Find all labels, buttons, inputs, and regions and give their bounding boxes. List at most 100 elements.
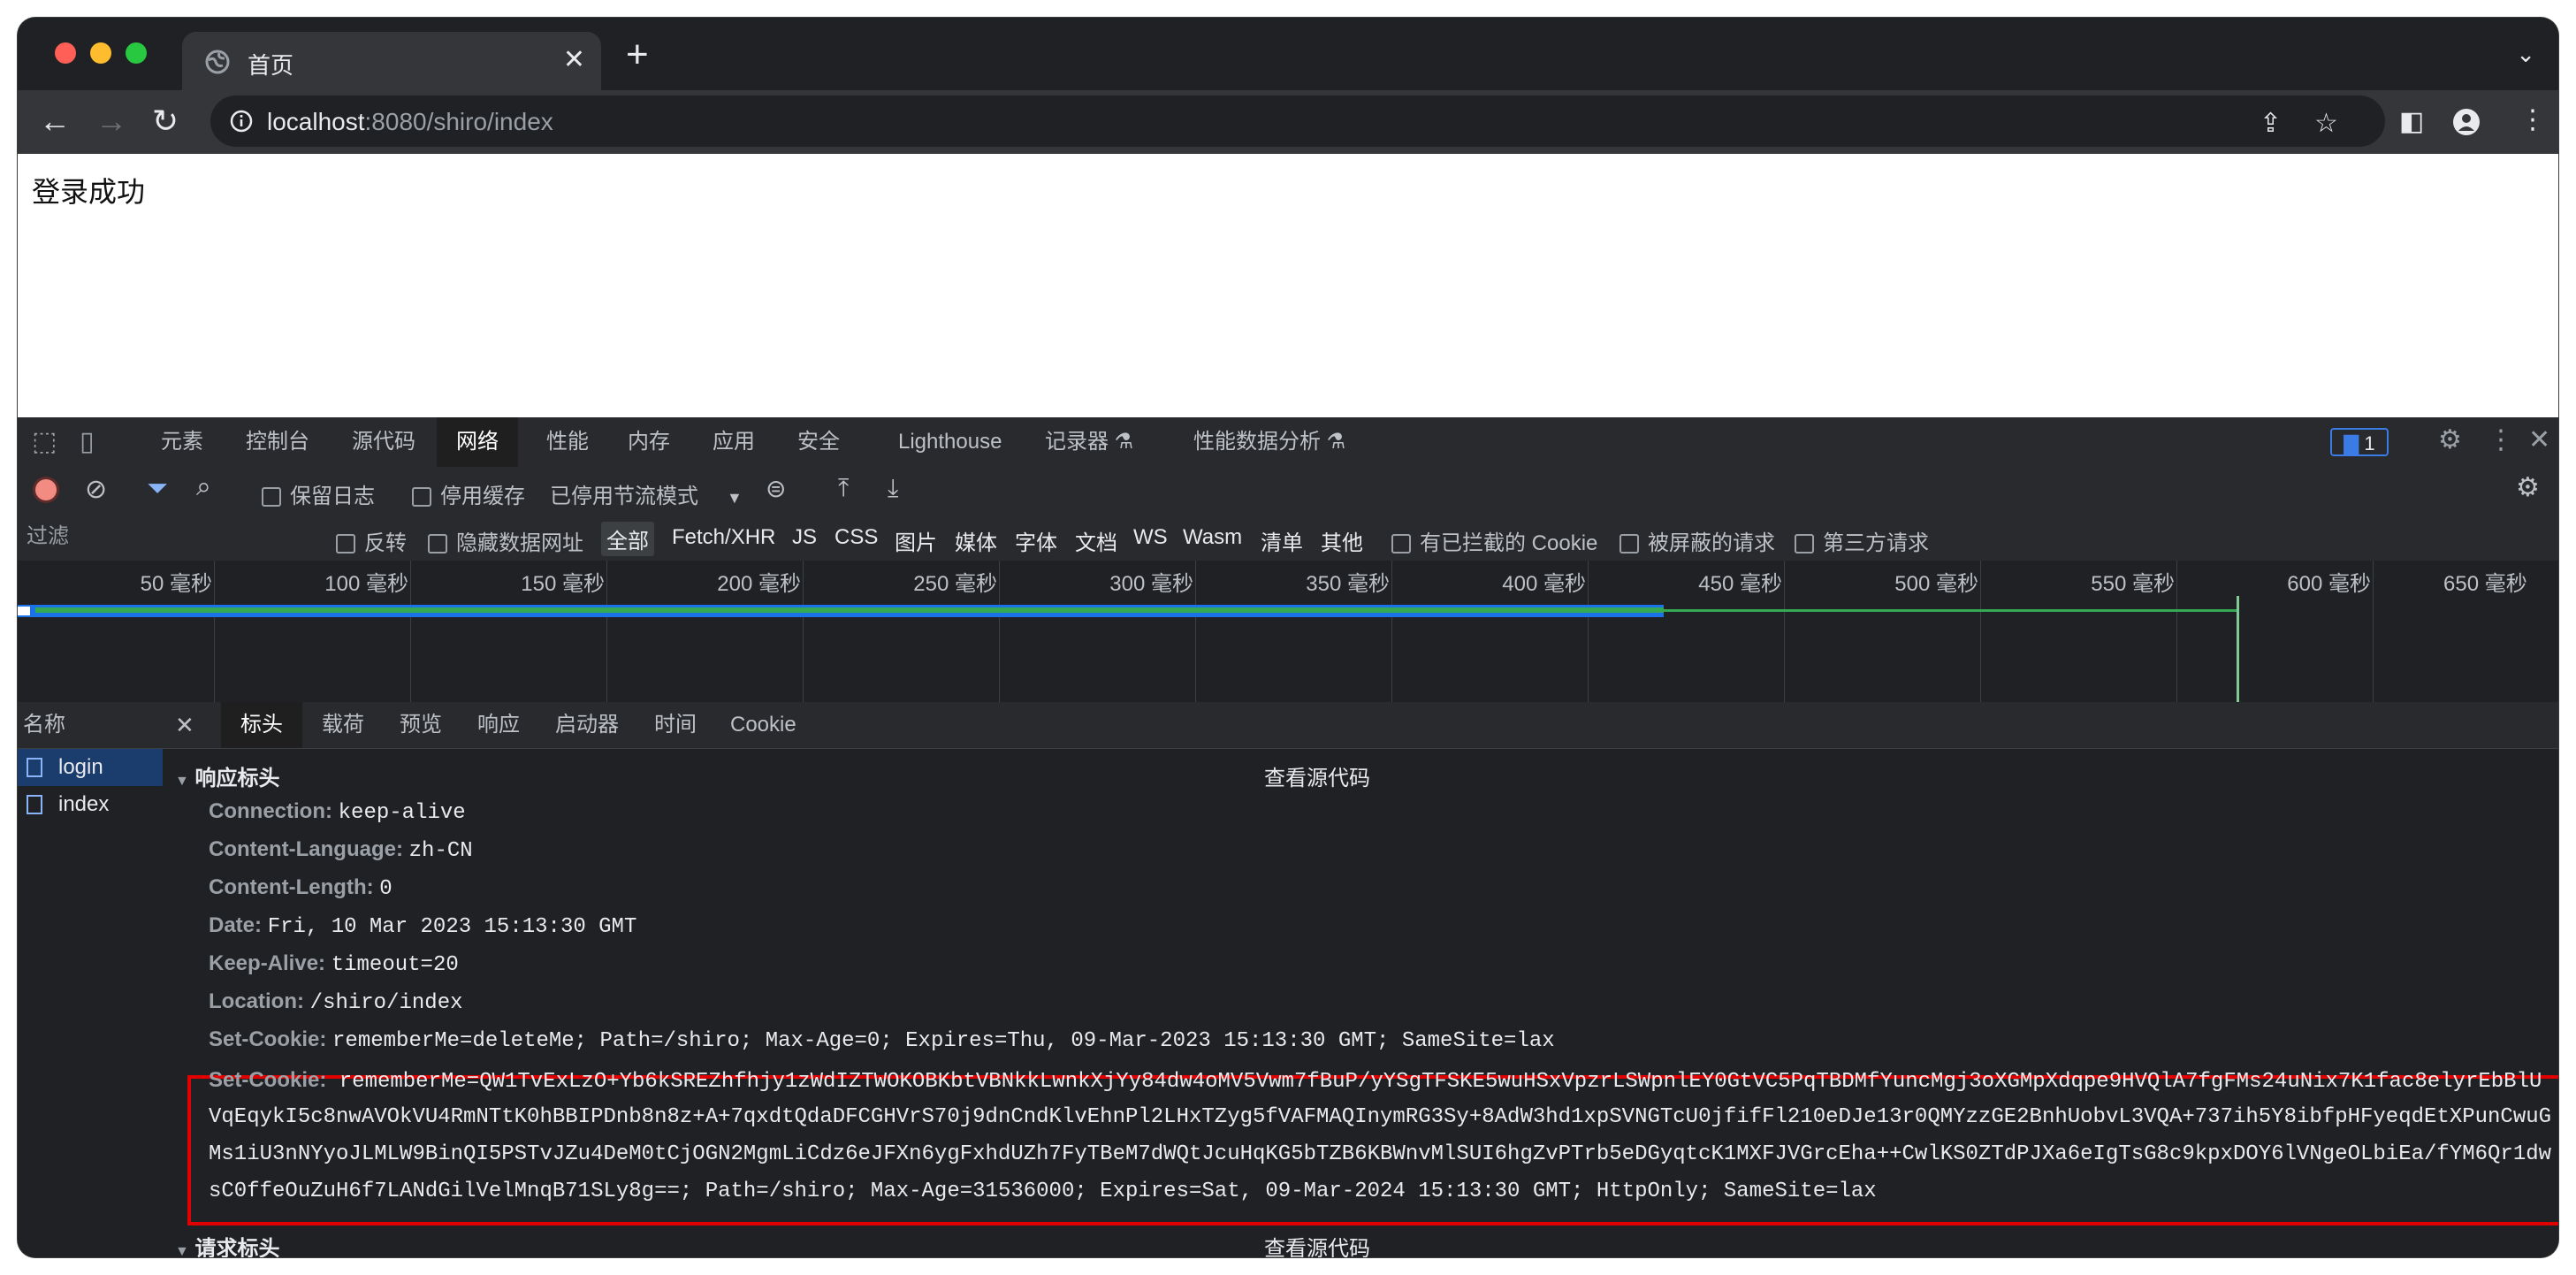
filter-input[interactable]: 过滤 [27, 522, 318, 552]
devtools-tab-network[interactable]: 网络 [437, 417, 518, 467]
view-source-link-2[interactable]: 查看源代码 [1264, 1231, 1370, 1257]
timeline-tick: 450 毫秒 [1698, 572, 1782, 596]
tab-close-icon[interactable]: ✕ [563, 44, 585, 75]
issues-badge[interactable]: ▇ 1 [2330, 428, 2389, 456]
browser-toolbar: ← → ↻ localhost:8080/shiro/index ⇪ ☆ ◧ ⋮ [18, 90, 2558, 154]
devtools-tab-recorder[interactable]: 记录器 ⚗ [1043, 417, 1135, 467]
header-key: Content-Length: [209, 875, 374, 899]
header-row: Date: Fri, 10 Mar 2023 15:13:30 GMT [209, 913, 636, 939]
third-party-checkbox[interactable]: 第三方请求 [1795, 525, 1929, 556]
detail-tab-cookies[interactable]: Cookie [730, 702, 796, 748]
devtools-tab-security[interactable]: 安全 [796, 417, 842, 467]
filter-type-wasm[interactable]: Wasm [1183, 525, 1242, 550]
request-item-index[interactable]: index [18, 786, 163, 823]
filter-type-media[interactable]: 媒体 [955, 525, 997, 556]
forward-arrow-icon[interactable]: → [95, 101, 127, 141]
detail-tab-preview[interactable]: 预览 [400, 702, 442, 748]
devtools-tab-lighthouse[interactable]: Lighthouse [896, 417, 1003, 467]
minimize-window-button[interactable] [90, 42, 111, 64]
new-tab-button[interactable]: + [626, 35, 649, 74]
inspect-element-icon[interactable]: ⬚ [32, 426, 57, 457]
detail-tab-response[interactable]: 响应 [477, 702, 520, 748]
invert-checkbox[interactable]: 反转 [336, 525, 407, 556]
network-settings-icon[interactable]: ⚙ [2516, 472, 2540, 503]
throttling-select[interactable]: 已停用节流模式 ▼ [550, 478, 743, 509]
filter-type-img[interactable]: 图片 [895, 525, 937, 556]
detail-tab-headers[interactable]: 标头 [221, 702, 302, 748]
cookie-value-part: rememberMe=QW1TvExLzO+Yb6kSREZhfhjy1zWdI… [339, 1070, 2542, 1094]
devtools-tab-memory[interactable]: 内存 [626, 417, 672, 467]
network-conditions-icon[interactable]: ⊜ [766, 474, 786, 503]
disable-cache-label: 停用缓存 [440, 485, 525, 508]
filter-type-js[interactable]: JS [792, 525, 817, 550]
profile-avatar-icon[interactable] [2452, 108, 2481, 136]
export-har-icon[interactable]: ⤓ [888, 474, 898, 503]
clear-icon[interactable]: ⊘ [85, 474, 107, 505]
timeline-tick: 650 毫秒 [2443, 572, 2527, 596]
issues-count: 1 [2364, 432, 2375, 454]
close-window-button[interactable] [55, 42, 76, 64]
filter-type-doc[interactable]: 文档 [1075, 525, 1117, 556]
filter-icon[interactable]: ⏷ [147, 474, 168, 504]
preserve-log-checkbox[interactable]: 保留日志 [262, 478, 375, 509]
detail-tab-timing[interactable]: 时间 [654, 702, 697, 748]
blocked-cookies-checkbox[interactable]: 有已拦截的 Cookie [1391, 525, 1597, 556]
record-button[interactable] [35, 479, 57, 500]
devtools-menu-icon[interactable]: ⋮ [2488, 424, 2514, 455]
back-arrow-icon[interactable]: ← [39, 101, 71, 141]
browser-menu-icon[interactable]: ⋮ [2519, 104, 2546, 135]
blocked-cookies-label: 有已拦截的 Cookie [1420, 531, 1598, 555]
filter-type-css[interactable]: CSS [835, 525, 878, 550]
network-toolbar: ⊘ ⏷ ⌕ 保留日志 停用缓存 已停用节流模式 ▼ ⊜ ⤒ ⤓ ⚙ [18, 467, 2558, 515]
timeline-tick: 550 毫秒 [2091, 572, 2175, 596]
view-source-link[interactable]: 查看源代码 [1264, 760, 1370, 791]
share-icon[interactable]: ⇪ [2260, 108, 2282, 139]
detail-tab-payload[interactable]: 载荷 [322, 702, 364, 748]
devtools-tab-application[interactable]: 应用 [711, 417, 757, 467]
request-item-login[interactable]: login [18, 749, 163, 786]
close-detail-icon[interactable]: ✕ [175, 702, 194, 748]
filter-type-font[interactable]: 字体 [1015, 525, 1057, 556]
header-key: Keep-Alive: [209, 951, 326, 975]
bookmark-star-icon[interactable]: ☆ [2314, 108, 2338, 139]
filter-type-other[interactable]: 其他 [1321, 525, 1363, 556]
close-devtools-icon[interactable]: ✕ [2528, 424, 2550, 455]
timeline-tick: 600 毫秒 [2287, 572, 2371, 596]
response-headers-section[interactable]: ▼ 响应标头 [175, 760, 280, 791]
devtools-tab-elements[interactable]: 元素 [159, 417, 205, 467]
reload-icon[interactable]: ↻ [152, 101, 179, 141]
tab-search-chevron-icon[interactable]: ⌄ [2516, 41, 2535, 68]
device-toolbar-icon[interactable]: ▯ [80, 426, 95, 457]
document-icon [27, 758, 42, 777]
name-column-header[interactable]: 名称 [18, 702, 163, 749]
filter-type-all[interactable]: 全部 [601, 522, 654, 556]
header-row: Location: /shiro/index [209, 989, 463, 1015]
side-panel-icon[interactable]: ◧ [2399, 106, 2424, 137]
zoom-window-button[interactable] [126, 42, 147, 64]
import-har-icon[interactable]: ⤒ [838, 474, 849, 503]
devtools-tab-sources[interactable]: 源代码 [350, 417, 417, 467]
network-overview-timeline[interactable]: 50 毫秒 100 毫秒 150 毫秒 200 毫秒 250 毫秒 300 毫秒… [18, 561, 2558, 703]
devtools-tab-console[interactable]: 控制台 [244, 417, 311, 467]
filter-type-fetch-xhr[interactable]: Fetch/XHR [672, 525, 775, 550]
filter-type-ws[interactable]: WS [1133, 525, 1168, 550]
hide-data-urls-checkbox[interactable]: 隐藏数据网址 [428, 525, 583, 556]
info-icon[interactable] [230, 110, 253, 133]
timeline-tick: 100 毫秒 [324, 572, 408, 596]
header-row: Connection: keep-alive [209, 799, 466, 825]
search-icon[interactable]: ⌕ [196, 472, 211, 502]
header-row: Content-Length: 0 [209, 875, 392, 901]
disable-cache-checkbox[interactable]: 停用缓存 [412, 478, 525, 509]
request-headers-section[interactable]: ▼ 请求标头 [175, 1231, 280, 1257]
filter-type-manifest[interactable]: 清单 [1261, 525, 1303, 556]
browser-tab[interactable]: 首页 ✕ [182, 32, 601, 90]
address-bar[interactable]: localhost:8080/shiro/index ⇪ ☆ [210, 95, 2385, 147]
url-host: localhost [267, 108, 365, 135]
settings-gear-icon[interactable]: ⚙ [2438, 424, 2462, 455]
detail-tab-initiator[interactable]: 启动器 [555, 702, 619, 748]
timeline-tick: 500 毫秒 [1894, 572, 1978, 596]
header-value: rememberMe=deleteMe; Path=/shiro; Max-Ag… [332, 1029, 1555, 1053]
blocked-requests-checkbox[interactable]: 被屏蔽的请求 [1620, 525, 1775, 556]
devtools-tab-performance-insights[interactable]: 性能数据分析 ⚗ [1192, 417, 1347, 467]
devtools-tab-performance[interactable]: 性能 [545, 417, 591, 467]
